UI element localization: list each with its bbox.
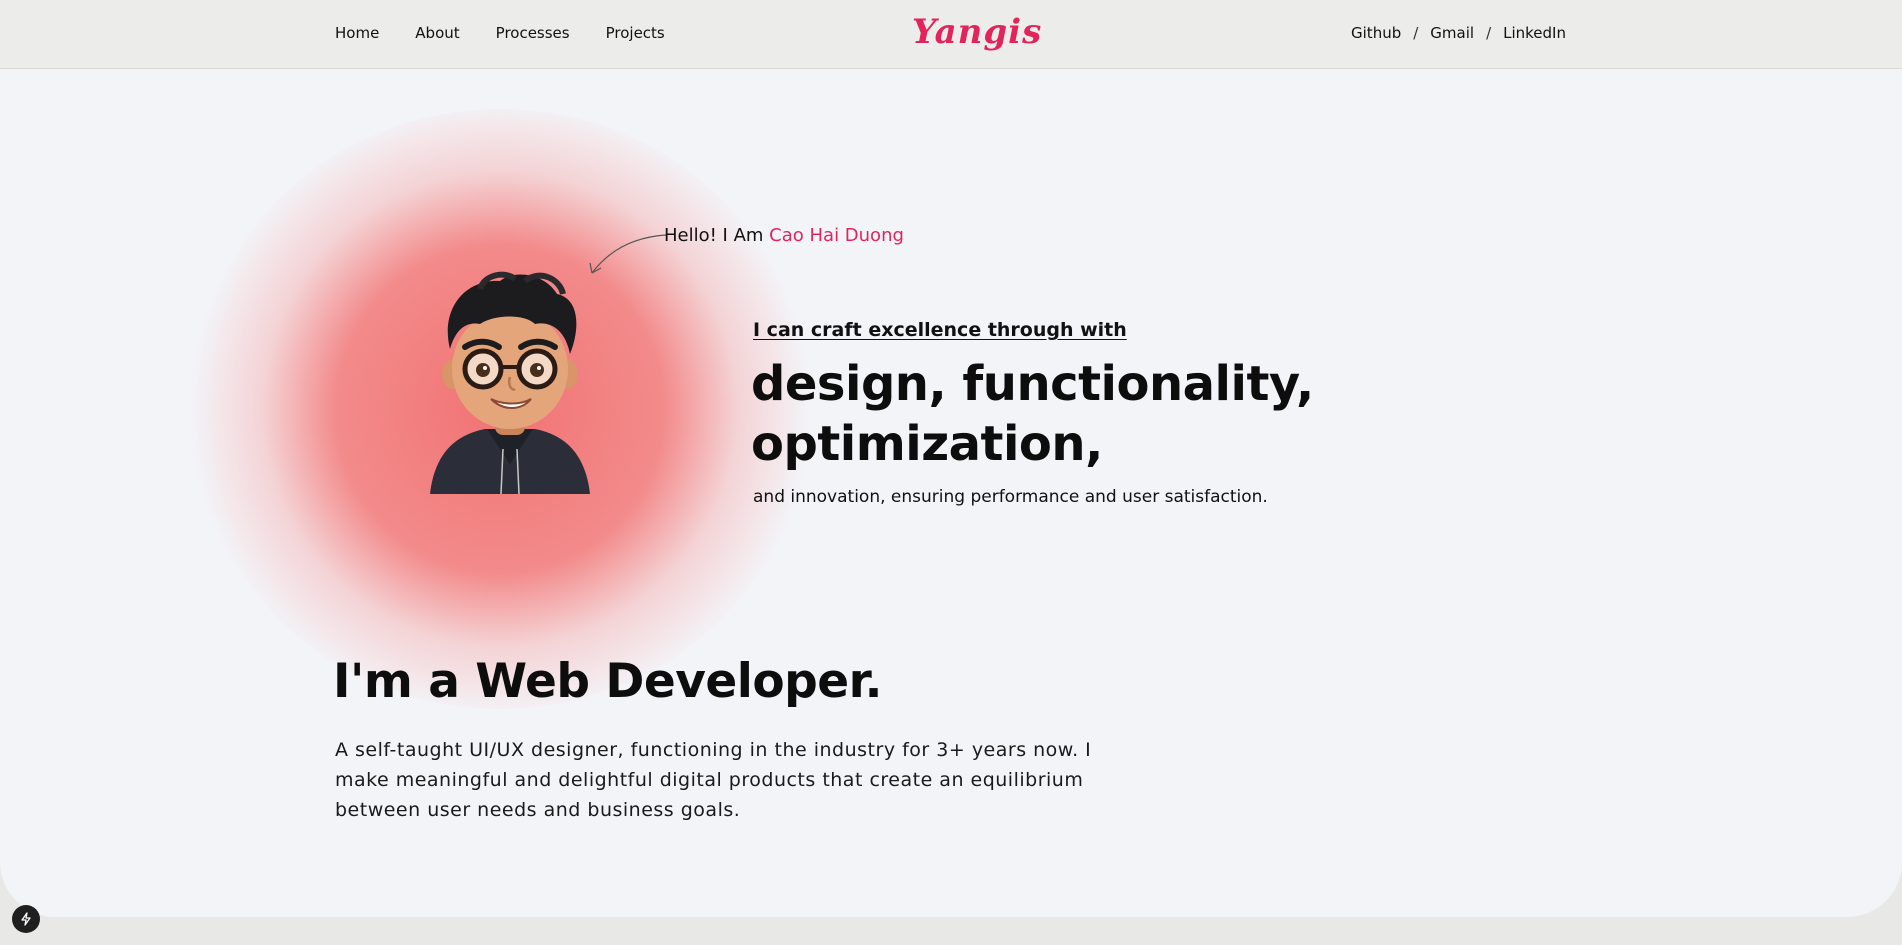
- avatar: [430, 271, 590, 494]
- curved-arrow-icon: [589, 234, 667, 274]
- github-link[interactable]: Github: [1351, 24, 1401, 42]
- nav-link-home[interactable]: Home: [335, 24, 379, 42]
- top-navigation-bar: Home About Processes Projects Yangis Git…: [0, 0, 1902, 69]
- about-title: I'm a Web Developer.: [333, 654, 883, 709]
- greeting: Hello! I Am Cao Hai Duong: [664, 225, 904, 246]
- social-links: Github / Gmail / LinkedIn: [1351, 24, 1566, 42]
- gmail-link[interactable]: Gmail: [1430, 24, 1474, 42]
- nav-link-processes[interactable]: Processes: [496, 24, 570, 42]
- nav-link-about[interactable]: About: [415, 24, 459, 42]
- about-bio: A self-taught UI/UX designer, functionin…: [335, 739, 1092, 821]
- main-nav: Home About Processes Projects: [335, 24, 665, 42]
- quick-action-button[interactable]: [12, 905, 40, 933]
- nav-link-projects[interactable]: Projects: [606, 24, 665, 42]
- hero-headline-line2: optimization,: [751, 416, 1103, 472]
- hero-subline: and innovation, ensuring performance and…: [753, 487, 1268, 507]
- hero-tagline: I can craft excellence through with: [753, 319, 1127, 341]
- linkedin-link[interactable]: LinkedIn: [1503, 24, 1566, 42]
- separator: /: [1413, 24, 1419, 42]
- site-logo[interactable]: Yangis: [912, 12, 1042, 52]
- hero-section: Hello! I Am Cao Hai Duong I can craft ex…: [0, 69, 1902, 917]
- author-name: Cao Hai Duong: [769, 225, 904, 246]
- hero-headline-line1: design, functionality,: [751, 356, 1314, 412]
- separator: /: [1486, 24, 1492, 42]
- lightning-icon: [21, 912, 31, 926]
- greeting-text: Hello! I Am: [664, 225, 770, 246]
